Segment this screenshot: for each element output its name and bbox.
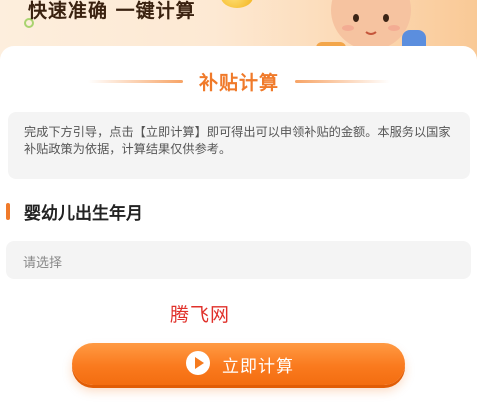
section-heading: 补贴计算 xyxy=(0,66,477,96)
subsidy-card: 补贴计算 完成下方引导，点击【立即计算】即可得出可以申领补贴的金额。本服务以国家… xyxy=(0,46,477,411)
heading-divider-left xyxy=(88,80,183,83)
birth-date-label: 婴幼儿出生年月 xyxy=(24,204,143,224)
play-icon xyxy=(186,351,210,375)
birth-date-select[interactable]: 请选择 xyxy=(6,241,471,279)
notice-text: 完成下方引导，点击【立即计算】即可得出可以申领补贴的金额。本服务以国家补贴政策为… xyxy=(24,125,451,156)
coin-illustration xyxy=(221,0,253,8)
field-accent-bar xyxy=(6,203,10,220)
birth-date-field-header: 婴幼儿出生年月 xyxy=(0,198,477,224)
calculate-button-label: 立即计算 xyxy=(222,357,294,377)
notice-box: 完成下方引导，点击【立即计算】即可得出可以申领补贴的金额。本服务以国家补贴政策为… xyxy=(8,112,470,179)
section-title: 补贴计算 xyxy=(198,72,279,94)
calculate-button[interactable]: 立即计算 xyxy=(72,343,405,385)
heading-divider-right xyxy=(295,80,390,83)
banner-slogan: 快速准确 一键计算 xyxy=(28,0,196,22)
birth-date-placeholder: 请选择 xyxy=(23,256,63,271)
watermark-text: 腾飞网 xyxy=(170,304,231,326)
